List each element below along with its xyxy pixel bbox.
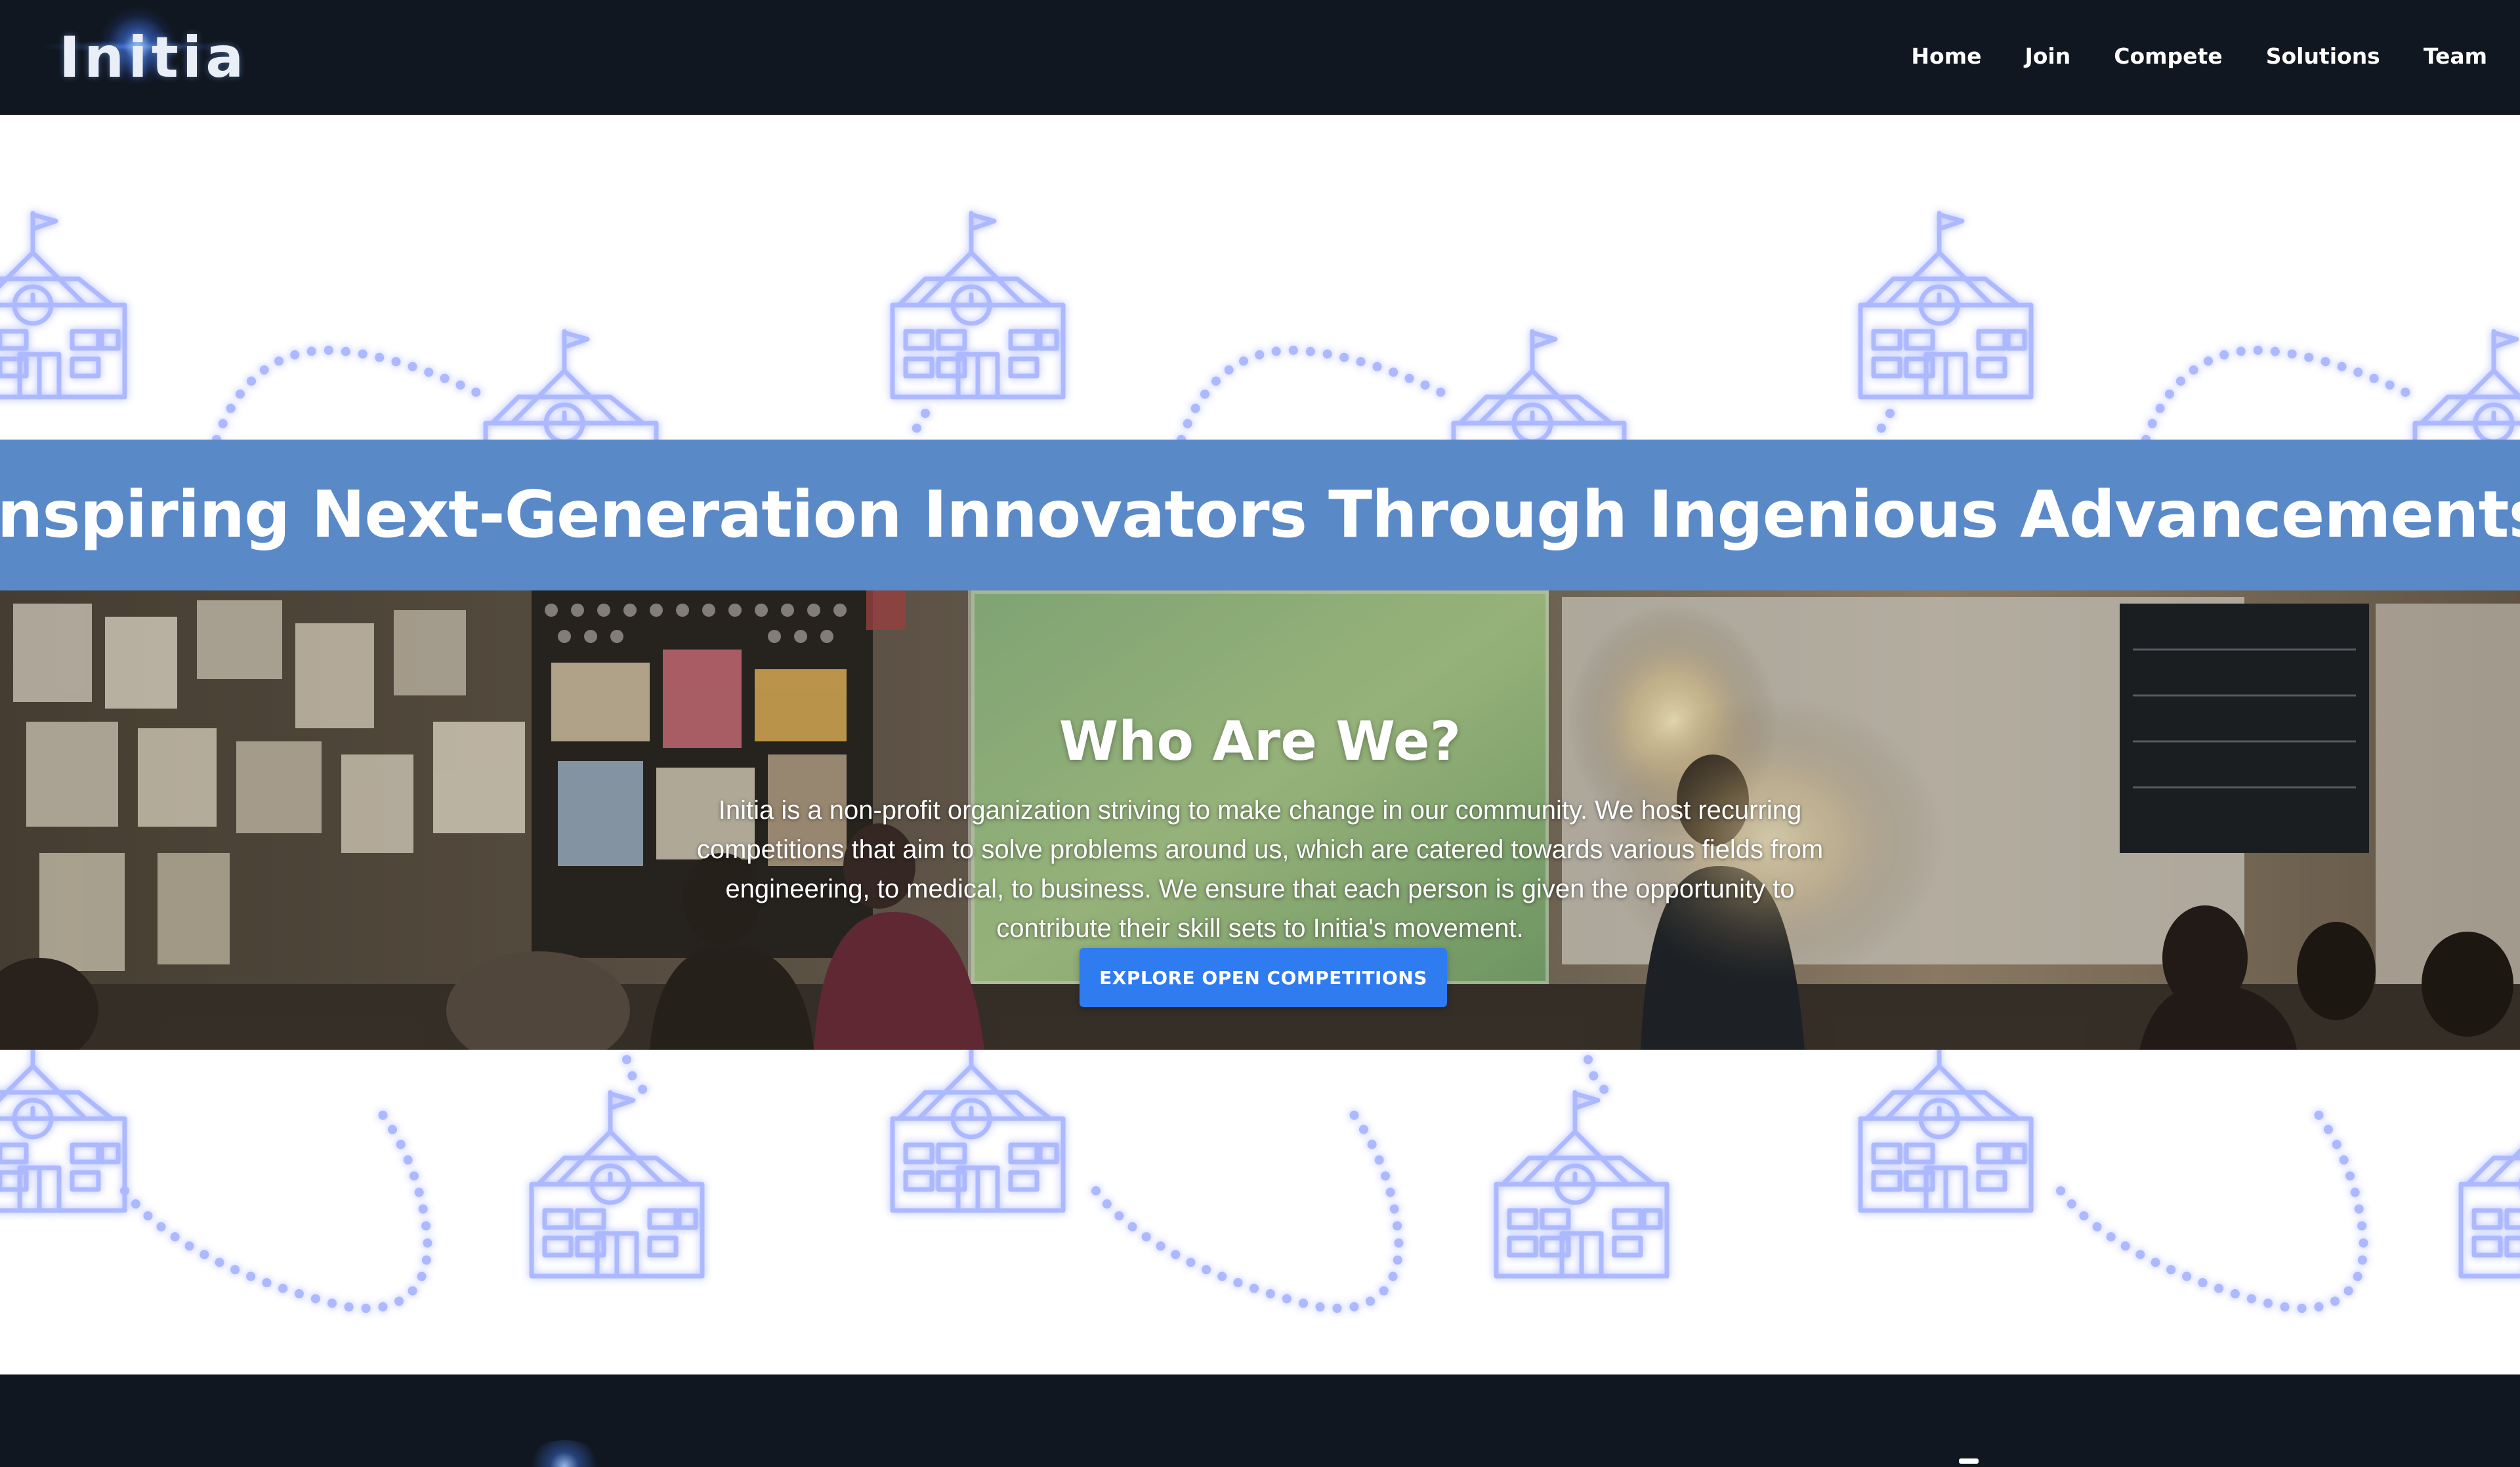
navbar: Initia Home Join Compete Solutions Team: [0, 0, 2520, 115]
footer: [0, 1374, 2520, 1467]
headline-title: Inspiring Next-Generation Innovators Thr…: [0, 478, 2520, 552]
logo-text: Initia: [59, 25, 248, 91]
about-section: Who Are We? Initia is a non-profit organ…: [0, 590, 2520, 1050]
footer-logo-glow: [525, 1440, 604, 1467]
nav-menu: Home Join Compete Solutions Team: [1868, 0, 2487, 112]
nav-item-solutions[interactable]: Solutions: [2266, 43, 2380, 69]
nav-item-home[interactable]: Home: [1911, 43, 1981, 69]
explore-competitions-button[interactable]: EXPLORE OPEN COMPETITIONS: [1080, 948, 1447, 1007]
headline-banner: Inspiring Next-Generation Innovators Thr…: [0, 440, 2520, 590]
nav-item-join[interactable]: Join: [2025, 43, 2070, 69]
nav-item-team[interactable]: Team: [2424, 43, 2487, 69]
about-title: Who Are We?: [1059, 711, 1461, 774]
nav-item-compete[interactable]: Compete: [2114, 43, 2222, 69]
about-description: Initia is a non-profit organization stri…: [696, 796, 1824, 943]
about-content: Who Are We? Initia is a non-profit organ…: [604, 590, 1916, 1050]
logo[interactable]: Initia: [26, 7, 249, 112]
footer-decoration: [1959, 1458, 1979, 1464]
